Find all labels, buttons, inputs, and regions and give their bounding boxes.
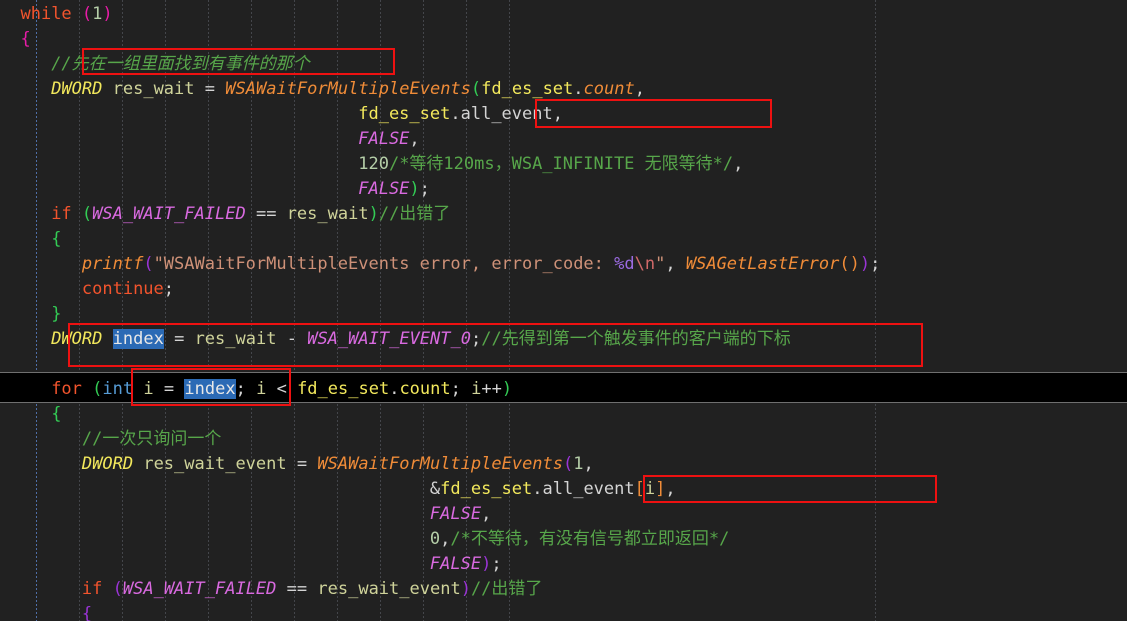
- code-line[interactable]: //先在一组里面找到有事件的那个: [0, 52, 1127, 77]
- code-line[interactable]: continue;: [0, 277, 1127, 302]
- code-line[interactable]: if (WSA_WAIT_FAILED == res_wait)//出错了: [0, 202, 1127, 227]
- code-line[interactable]: fd_es_set.all_event,: [0, 102, 1127, 127]
- code-line[interactable]: FALSE);: [0, 552, 1127, 577]
- code-editor[interactable]: while (1) { //先在一组里面找到有事件的那个 DWORD res_w…: [0, 0, 1127, 621]
- selected-token[interactable]: index: [184, 379, 236, 399]
- code-line[interactable]: if (WSA_WAIT_FAILED == res_wait_event)//…: [0, 577, 1127, 602]
- code-line[interactable]: &fd_es_set.all_event[i],: [0, 477, 1127, 502]
- code-line[interactable]: FALSE,: [0, 127, 1127, 152]
- code-line[interactable]: }: [0, 302, 1127, 327]
- code-line[interactable]: DWORD res_wait_event = WSAWaitForMultipl…: [0, 452, 1127, 477]
- code-line[interactable]: DWORD index = res_wait - WSA_WAIT_EVENT_…: [0, 327, 1127, 352]
- code-line[interactable]: for (int i = index; i < fd_es_set.count;…: [0, 377, 1127, 402]
- code-line[interactable]: 120/*等待120ms，WSA_INFINITE 无限等待*/,: [0, 152, 1127, 177]
- code-line[interactable]: {: [0, 27, 1127, 52]
- code-line[interactable]: {: [0, 602, 1127, 621]
- code-line[interactable]: FALSE);: [0, 177, 1127, 202]
- code-content[interactable]: while (1) { //先在一组里面找到有事件的那个 DWORD res_w…: [0, 0, 1127, 621]
- code-line[interactable]: printf("WSAWaitForMultipleEvents error, …: [0, 252, 1127, 277]
- selected-token[interactable]: index: [112, 329, 164, 349]
- code-line[interactable]: DWORD res_wait = WSAWaitForMultipleEvent…: [0, 77, 1127, 102]
- code-line[interactable]: {: [0, 402, 1127, 427]
- code-line[interactable]: //一次只询问一个: [0, 427, 1127, 452]
- code-line[interactable]: 0,/*不等待，有没有信号都立即返回*/: [0, 527, 1127, 552]
- code-line[interactable]: FALSE,: [0, 502, 1127, 527]
- code-line[interactable]: while (1): [0, 2, 1127, 27]
- code-line[interactable]: {: [0, 227, 1127, 252]
